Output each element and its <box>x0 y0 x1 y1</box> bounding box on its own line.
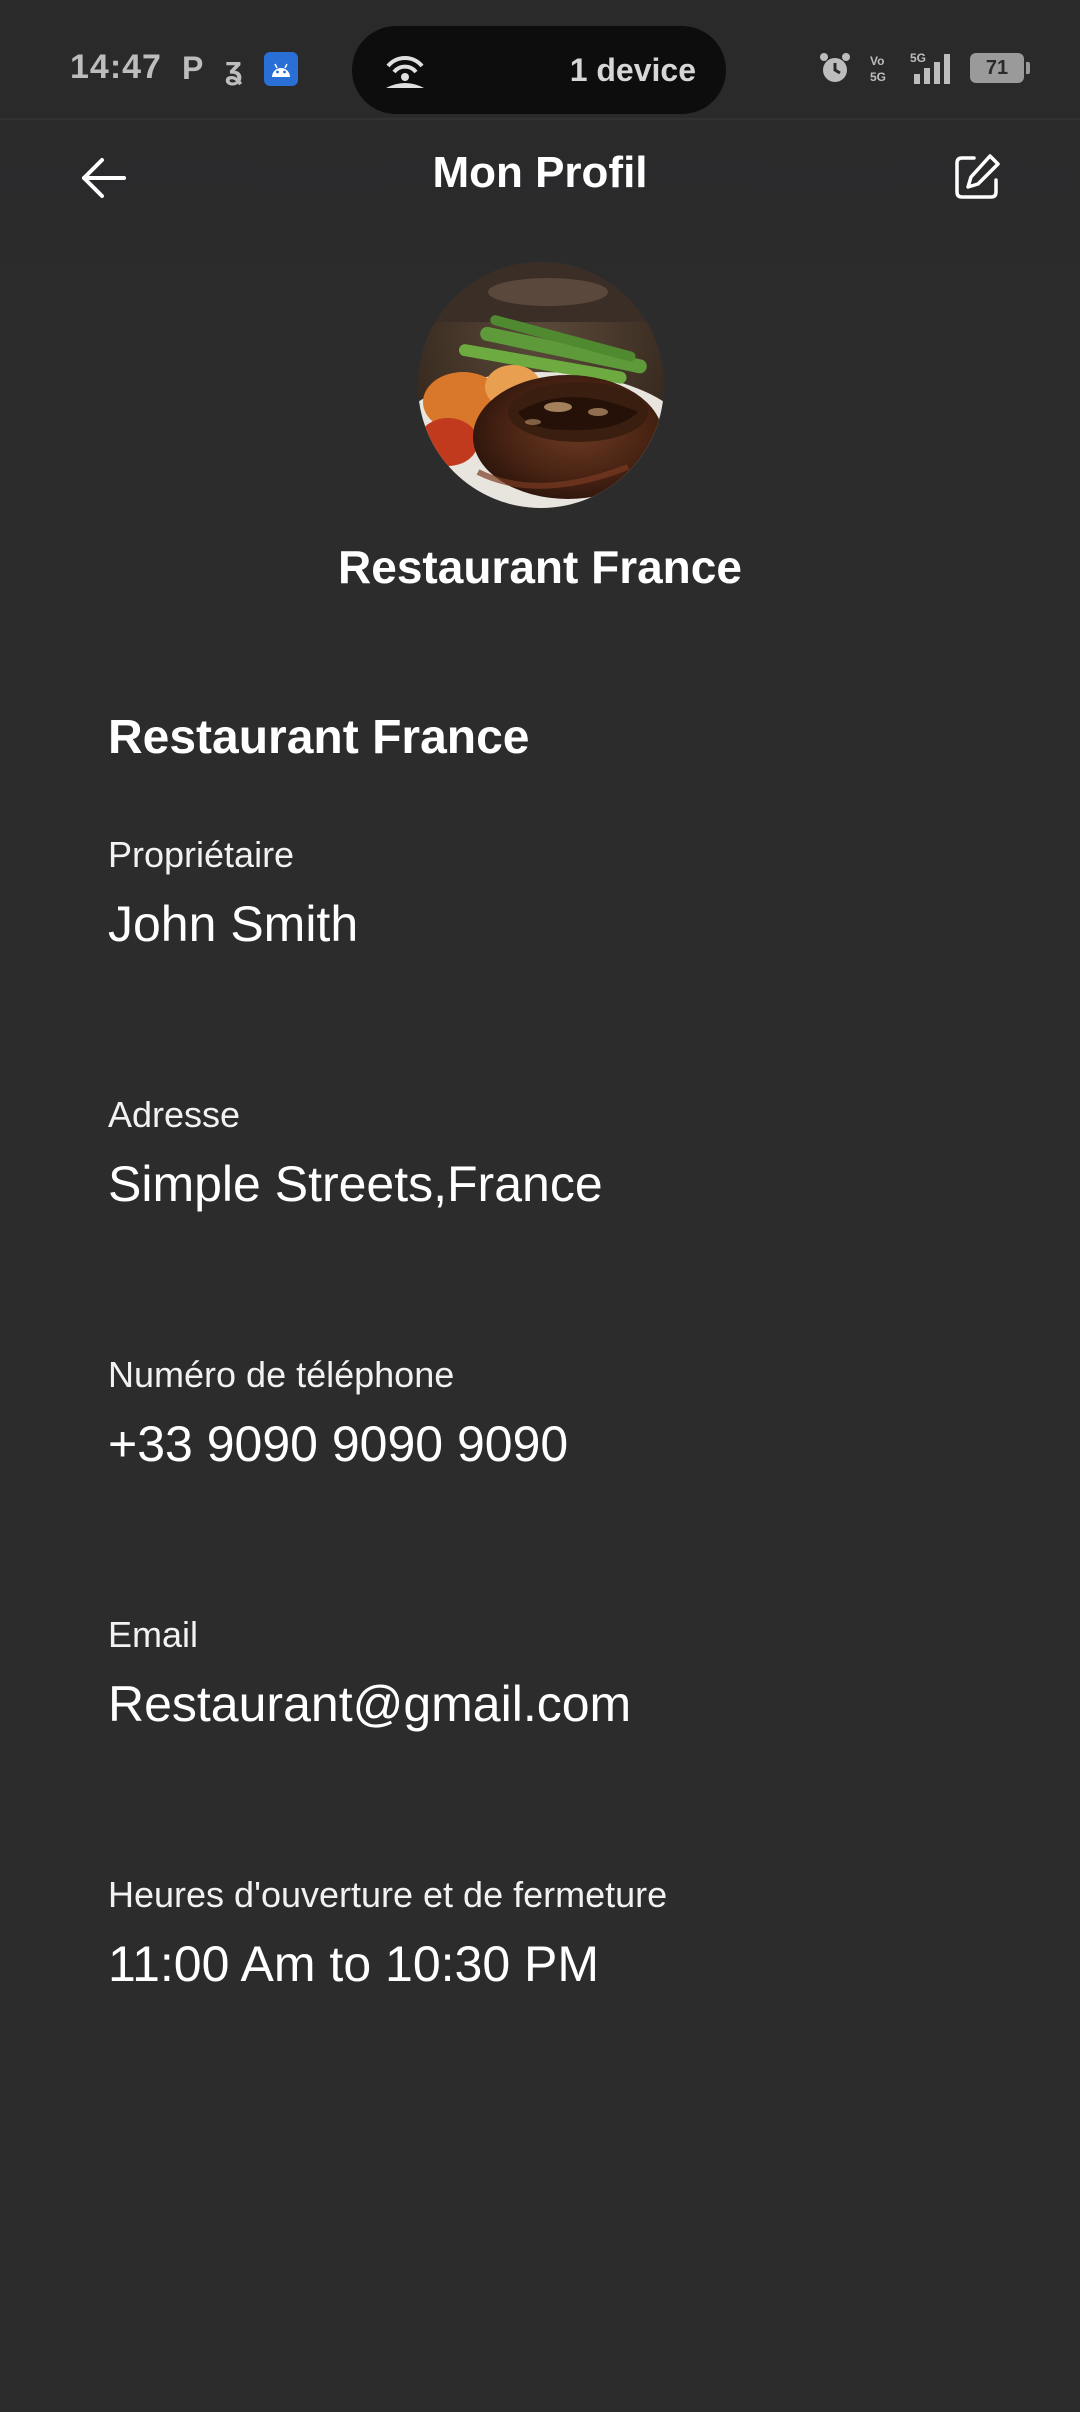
hours-label: Heures d'ouverture et de fermeture <box>108 1874 668 1915</box>
alarm-icon <box>820 53 850 82</box>
page-title: Mon Profil <box>432 148 648 197</box>
volte-icon: Vo 5G <box>870 54 886 84</box>
email-value: Restaurant@gmail.com <box>108 1676 632 1732</box>
restaurant-section-title: Restaurant France <box>108 711 530 764</box>
owner-label: Propriétaire <box>108 834 295 875</box>
restaurant-display-name: Restaurant France <box>338 541 742 593</box>
status-time: 14:47 <box>70 48 162 86</box>
restaurant-avatar <box>418 262 664 508</box>
edit-icon <box>955 154 1000 199</box>
notification-icon: ʓ <box>225 50 243 86</box>
svg-text:Vo: Vo <box>870 54 884 68</box>
status-right-icons: Vo 5G 5G 71 <box>818 50 1030 86</box>
hotspot-icon <box>386 55 424 88</box>
android-icon <box>264 51 299 86</box>
status-bar: 14:47 P ʓ 1 device Vo 5G 5G 71 <box>0 0 1080 120</box>
signal-5g-icon: 5G <box>910 51 950 84</box>
hours-value: 11:00 Am to 10:30 PM <box>108 1936 600 1992</box>
battery-icon: 71 <box>970 53 1030 83</box>
phone-label: Numéro de téléphone <box>108 1354 455 1395</box>
hotspot-device-count: 1 device <box>569 52 696 88</box>
email-label: Email <box>108 1614 199 1655</box>
parking-app-icon: P <box>182 50 204 86</box>
status-left-icons: P ʓ <box>182 50 299 87</box>
edit-profile-button[interactable] <box>952 152 1002 202</box>
svg-text:5G: 5G <box>870 70 886 84</box>
address-value: Simple Streets,France <box>108 1156 603 1212</box>
owner-value: John Smith <box>108 896 359 952</box>
svg-text:5G: 5G <box>910 51 926 65</box>
hotspot-pill[interactable]: 1 device <box>352 26 726 114</box>
phone-value: +33 9090 9090 9090 <box>108 1416 569 1472</box>
address-label: Adresse <box>108 1094 241 1135</box>
